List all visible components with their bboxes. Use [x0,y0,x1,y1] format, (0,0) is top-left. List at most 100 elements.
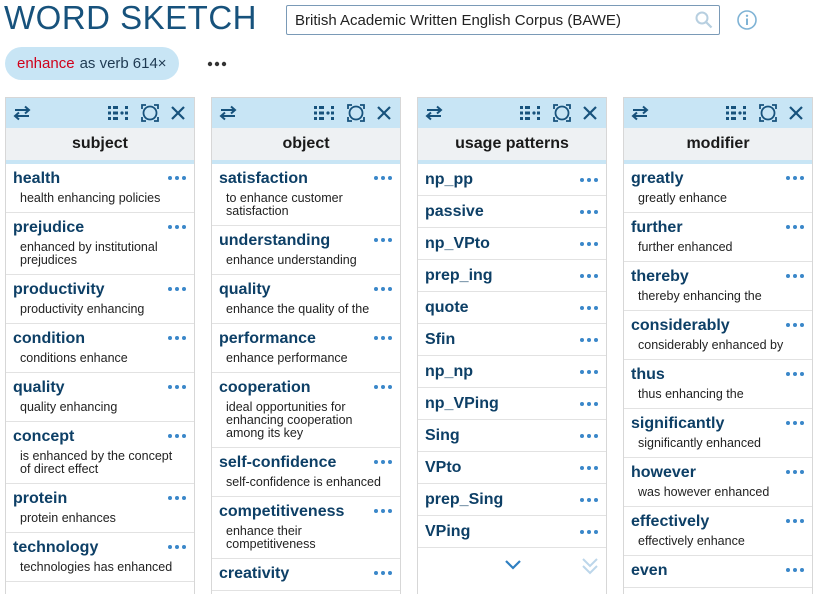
more-dots-icon[interactable] [374,333,392,343]
more-dots-icon[interactable] [580,303,598,313]
list-item[interactable]: self-confidence self-confidence is enhanc… [212,448,400,497]
pattern-item[interactable]: VPing [418,516,606,548]
more-dots-icon[interactable] [374,235,392,245]
list-item[interactable]: effectively effectively enhance [624,507,812,556]
more-dots-icon[interactable] [786,173,804,183]
collocate-word[interactable]: even [631,562,805,580]
grid-toggle-icon[interactable] [726,103,748,123]
collocate-word[interactable]: effectively [631,513,805,531]
pattern-label[interactable]: np_pp [425,164,599,196]
pattern-item[interactable]: np_VPto [418,228,606,260]
more-dots-icon[interactable] [168,431,186,441]
list-item[interactable]: even [624,556,812,588]
more-dots-icon[interactable] [374,506,392,516]
more-dots-icon[interactable] [168,493,186,503]
list-item[interactable]: concept is enhanced by the concept of dir… [6,422,194,484]
collocate-word[interactable]: thereby [631,268,805,286]
pattern-label[interactable]: np_np [425,356,599,388]
collocate-word[interactable]: understanding [219,232,393,250]
corpus-search-box[interactable]: British Academic Written English Corpus … [286,5,720,35]
pattern-label[interactable]: Sing [425,420,599,452]
more-dots-icon[interactable] [580,527,598,537]
more-dots-icon[interactable] [580,367,598,377]
more-dots-icon[interactable] [580,207,598,217]
collocate-word[interactable]: quality [13,379,187,397]
collocate-word[interactable]: protein [13,490,187,508]
more-dots-icon[interactable] [580,271,598,281]
grid-toggle-icon[interactable] [520,103,542,123]
pattern-item[interactable]: Sing [418,420,606,452]
grid-toggle-icon[interactable] [314,103,336,123]
list-item[interactable]: prejudice enhanced by institutional preju… [6,213,194,275]
list-item[interactable]: health health enhancing policies [6,164,194,213]
pattern-label[interactable]: VPto [425,452,599,484]
more-dots-icon[interactable] [786,222,804,232]
pattern-item[interactable]: np_VPing [418,388,606,420]
list-item[interactable]: productivity productivity enhancing [6,275,194,324]
pattern-label[interactable]: np_VPing [425,388,599,420]
swap-arrows-icon[interactable] [12,103,32,123]
pattern-label[interactable]: VPing [425,516,599,548]
more-dots-icon[interactable] [580,335,598,345]
collocate-word[interactable]: creativity [219,565,393,583]
pattern-item[interactable]: Sfin [418,324,606,356]
list-item[interactable]: significantly significantly enhanced [624,409,812,458]
more-dots-icon[interactable] [374,284,392,294]
list-item[interactable]: cooperation ideal opportunities for enhan… [212,373,400,448]
more-dots-icon[interactable] [168,542,186,552]
corpus-name[interactable]: British Academic Written English Corpus … [287,12,689,29]
list-item[interactable]: considerably considerably enhanced by [624,311,812,360]
collocate-word[interactable]: prejudice [13,219,187,237]
pattern-item[interactable]: np_np [418,356,606,388]
more-dots-icon[interactable] [786,467,804,477]
list-item[interactable]: understanding enhance understanding [212,226,400,275]
list-item[interactable]: however was however enhanced [624,458,812,507]
pattern-item[interactable]: passive [418,196,606,228]
more-dots-icon[interactable] [168,173,186,183]
collocate-word[interactable]: quality [219,281,393,299]
list-item[interactable]: performance enhance performance [212,324,400,373]
pattern-item[interactable]: VPto [418,452,606,484]
more-dots-icon[interactable] [786,271,804,281]
collocate-word[interactable]: competitiveness [219,503,393,521]
fit-view-icon[interactable] [758,103,778,123]
more-dots-icon[interactable] [580,495,598,505]
more-dots-icon[interactable] [580,239,598,249]
chevron-down-icon[interactable] [504,558,522,572]
fit-view-icon[interactable] [140,103,160,123]
list-item[interactable]: further further enhanced [624,213,812,262]
fit-view-icon[interactable] [346,103,366,123]
collocate-word[interactable]: self-confidence [219,454,393,472]
list-item[interactable]: thus thus enhancing the [624,360,812,409]
collocate-word[interactable]: health [13,170,187,188]
collocate-word[interactable]: technology [13,539,187,557]
collocate-word[interactable]: productivity [13,281,187,299]
list-item[interactable]: thereby thereby enhancing the [624,262,812,311]
more-dots-icon[interactable] [374,568,392,578]
pattern-label[interactable]: prep_Sing [425,484,599,516]
close-icon[interactable] [580,103,600,123]
more-dots-icon[interactable] [580,175,598,185]
collocate-word[interactable]: greatly [631,170,805,188]
swap-arrows-icon[interactable] [424,103,444,123]
pattern-item[interactable]: quote [418,292,606,324]
more-dots-icon[interactable] [168,222,186,232]
collocate-word[interactable]: considerably [631,317,805,335]
swap-arrows-icon[interactable] [630,103,650,123]
swap-arrows-icon[interactable] [218,103,238,123]
collocate-word[interactable]: cooperation [219,379,393,397]
close-icon[interactable] [786,103,806,123]
list-item[interactable]: satisfaction to enhance customer satisfac… [212,164,400,226]
fit-view-icon[interactable] [552,103,572,123]
collocate-word[interactable]: concept [13,428,187,446]
more-dots-icon[interactable] [374,173,392,183]
list-item[interactable]: protein protein enhances [6,484,194,533]
list-item[interactable]: quality enhance the quality of the [212,275,400,324]
pattern-label[interactable]: quote [425,292,599,324]
list-item[interactable]: greatly greatly enhance [624,164,812,213]
list-item[interactable]: condition conditions enhance [6,324,194,373]
more-dots-icon[interactable] [168,382,186,392]
more-dots-icon[interactable] [786,320,804,330]
list-item[interactable]: competitiveness enhance their competitive… [212,497,400,559]
more-dots-icon[interactable] [786,418,804,428]
